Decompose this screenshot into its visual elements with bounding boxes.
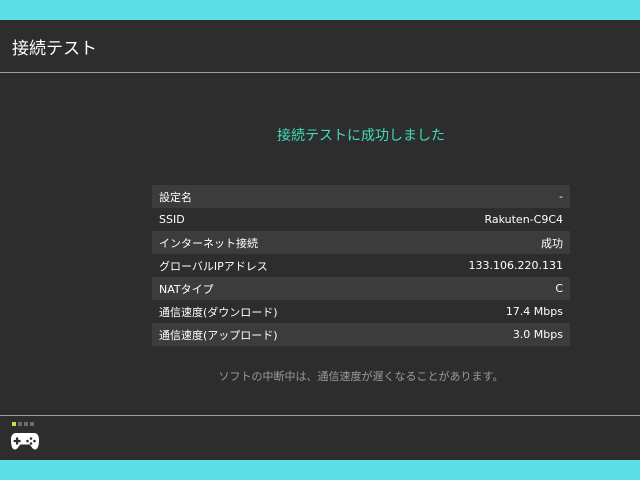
info-row-upload-speed: 通信速度(アップロード) 3.0 Mbps	[152, 323, 570, 346]
header-divider	[0, 72, 640, 73]
connection-test-screen: 接続テスト 接続テストに成功しました 設定名 - SSID Rakuten-C9…	[0, 20, 640, 460]
info-label: 通信速度(アップロード)	[159, 328, 278, 342]
success-message: 接続テストに成功しました	[277, 128, 445, 144]
controller-icon	[11, 433, 39, 450]
info-label: 設定名	[159, 190, 192, 204]
footer-divider	[0, 415, 640, 416]
info-value: 17.4 Mbps	[505, 305, 563, 318]
page-title: 接続テスト	[12, 39, 97, 59]
info-value: 成功	[541, 236, 563, 250]
info-label: グローバルIPアドレス	[159, 259, 268, 273]
connection-info-table: 設定名 - SSID Rakuten-C9C4 インターネット接続 成功 グロー…	[152, 185, 570, 346]
player-indicator-dot	[30, 422, 34, 426]
info-value: C	[555, 282, 563, 295]
info-label: SSID	[159, 213, 185, 226]
info-value: 133.106.220.131	[468, 259, 563, 272]
info-row-nat-type: NATタイプ C	[152, 277, 570, 300]
info-label: NATタイプ	[159, 282, 214, 296]
header: 接続テスト	[0, 20, 640, 72]
info-row-ssid: SSID Rakuten-C9C4	[152, 208, 570, 231]
info-value: -	[559, 190, 563, 203]
player-indicator-dot	[18, 422, 22, 426]
player-indicator-dot	[24, 422, 28, 426]
info-row-setting-name: 設定名 -	[152, 185, 570, 208]
info-label: 通信速度(ダウンロード)	[159, 305, 278, 319]
info-row-global-ip: グローバルIPアドレス 133.106.220.131	[152, 254, 570, 277]
speed-notice: ソフトの中断中は、通信速度が遅くなることがあります。	[218, 370, 504, 383]
info-value: 3.0 Mbps	[512, 328, 563, 341]
info-value: Rakuten-C9C4	[484, 213, 563, 226]
info-label: インターネット接続	[159, 236, 258, 250]
info-row-internet-connection: インターネット接続 成功	[152, 231, 570, 254]
info-row-download-speed: 通信速度(ダウンロード) 17.4 Mbps	[152, 300, 570, 323]
player-indicator-dot-active	[12, 422, 16, 426]
player-indicator	[12, 422, 34, 426]
